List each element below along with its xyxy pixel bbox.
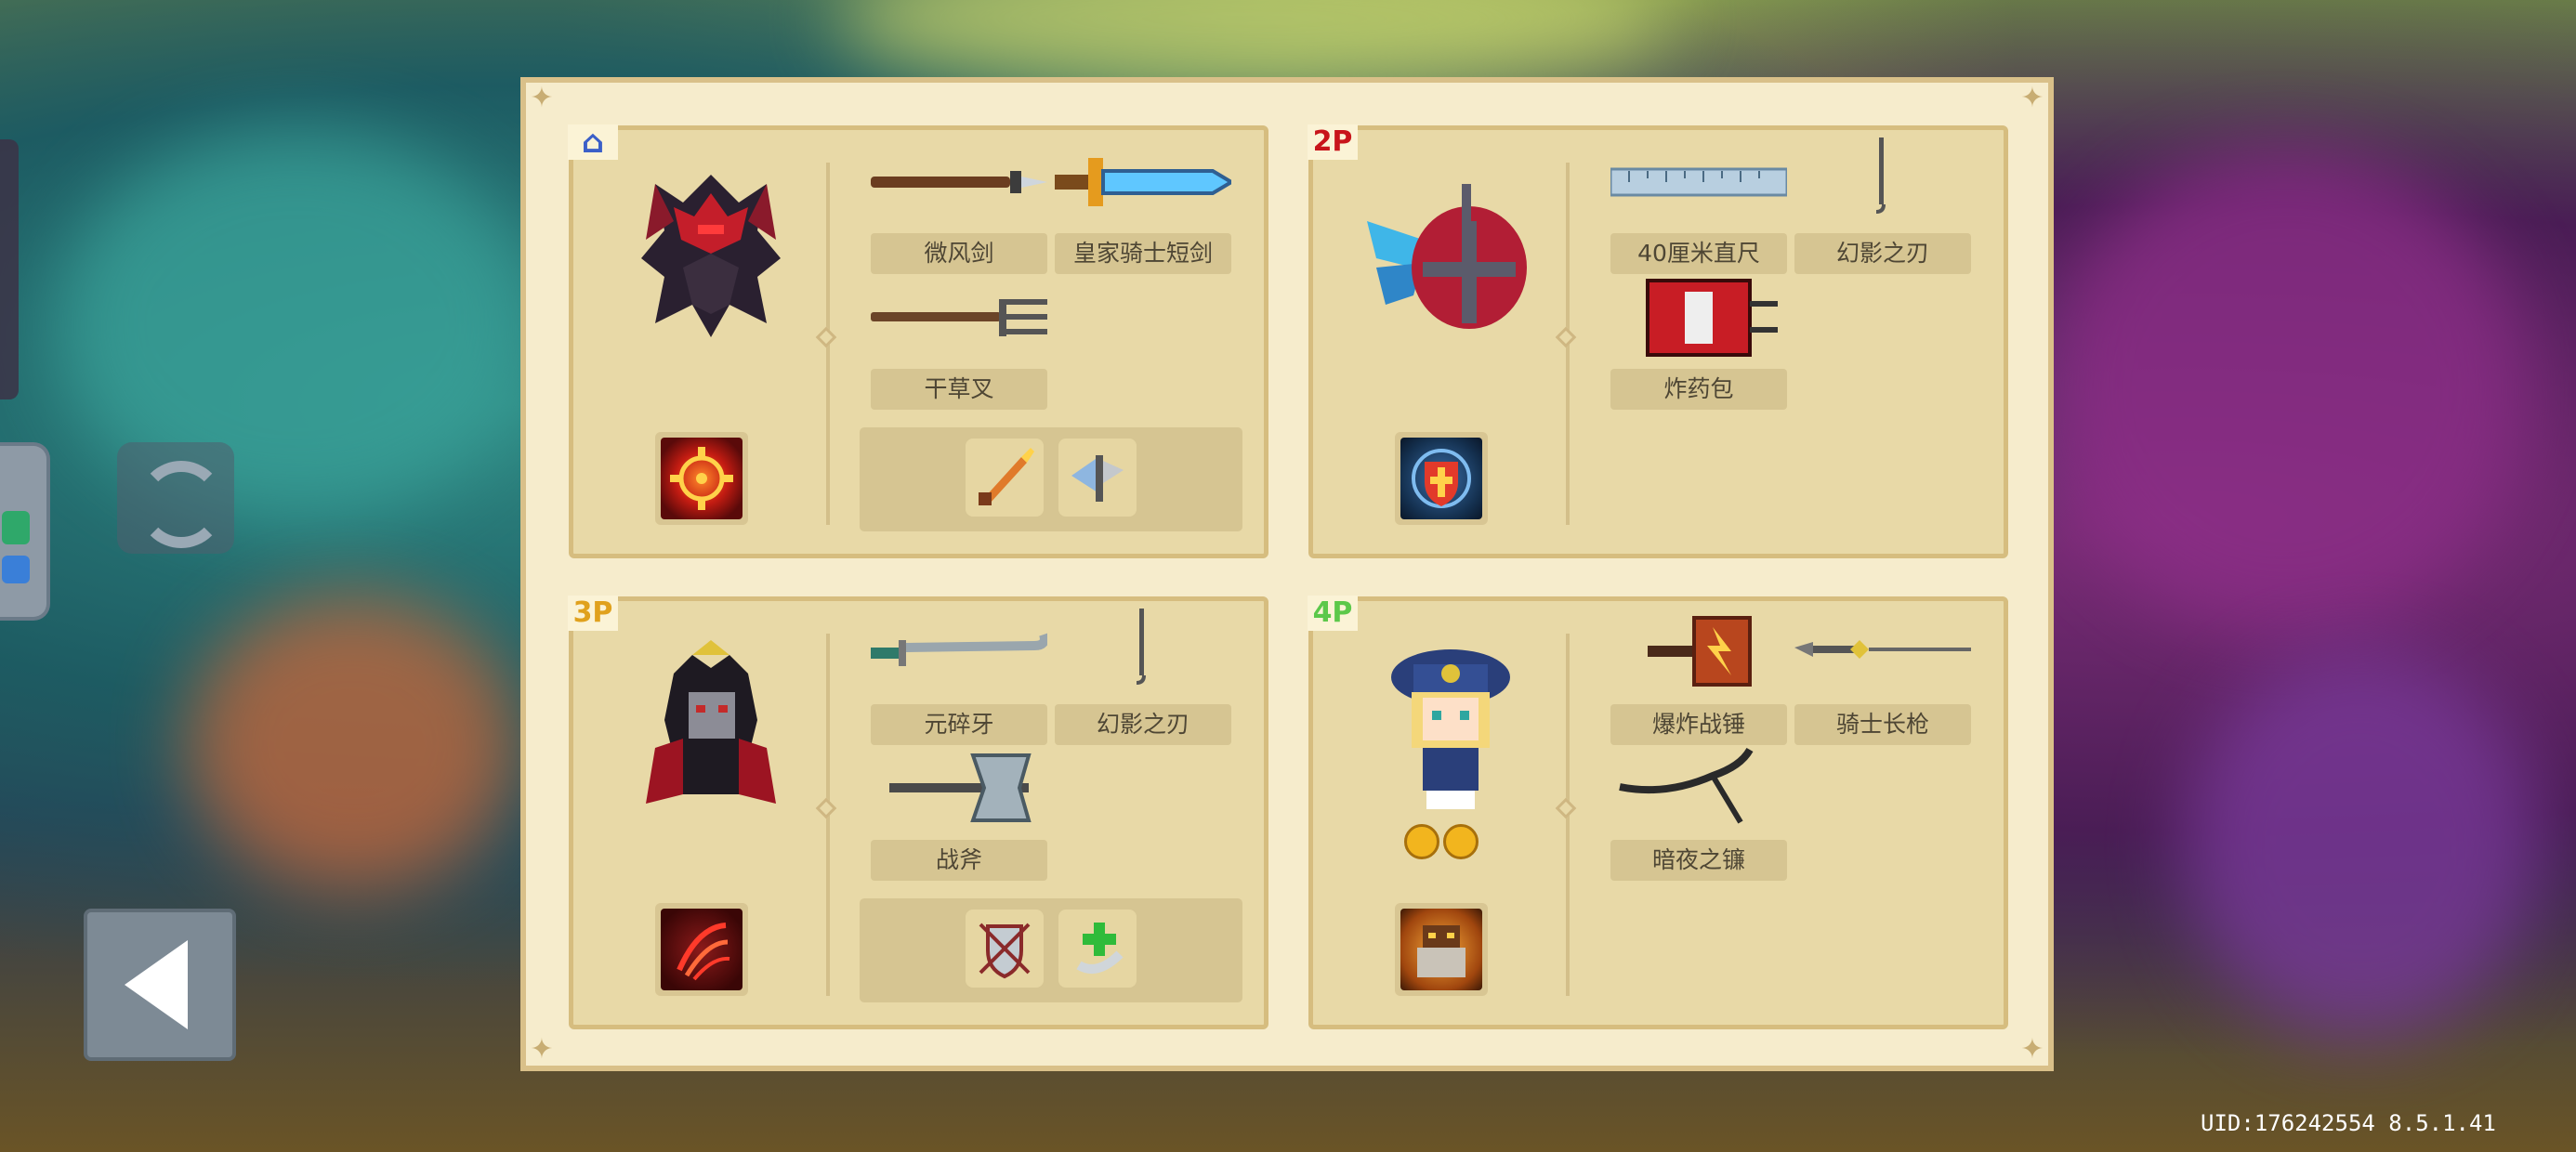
back-button[interactable] bbox=[84, 909, 236, 1061]
skill-slot[interactable] bbox=[1395, 903, 1488, 996]
weapon-label: 皇家骑士短剑 bbox=[1055, 233, 1231, 274]
shield-emblem-buff-icon[interactable] bbox=[966, 910, 1044, 988]
phantom-blade-icon bbox=[1136, 609, 1146, 685]
skill-slot[interactable] bbox=[1395, 432, 1488, 525]
player-card-3: 3P 元碎牙 幻影之刃 战斧 bbox=[568, 596, 1268, 1029]
player-tag: 3P bbox=[568, 596, 618, 631]
royal-knight-shortsword-icon bbox=[1055, 158, 1231, 206]
card-divider bbox=[1555, 634, 1577, 996]
wing-axe-buff-icon[interactable] bbox=[1058, 439, 1137, 517]
panel-corner-ornament: ✦ bbox=[2020, 1033, 2044, 1066]
weapon-slot[interactable]: 爆炸战锤 bbox=[1610, 609, 1787, 748]
weapon-slot[interactable]: 微风剑 bbox=[871, 137, 1047, 277]
skill-slot[interactable] bbox=[655, 903, 748, 996]
chat-icon[interactable] bbox=[0, 442, 50, 621]
ruler-icon bbox=[1610, 167, 1787, 197]
player-card-4: 4P 爆炸战锤 骑士长枪 暗夜之镰 bbox=[1308, 596, 2008, 1029]
cross-shield-icon bbox=[1400, 438, 1482, 519]
player-card-1: ⌂ 微风剑 皇家骑士短剑 干草叉 bbox=[568, 124, 1268, 558]
player-tag: 4P bbox=[1308, 596, 1358, 631]
flame-sword-buff-icon[interactable] bbox=[966, 439, 1044, 517]
crosshair-target-icon bbox=[661, 438, 743, 519]
character-portrait-winged-helmet[interactable] bbox=[1358, 165, 1544, 351]
panel-corner-ornament: ✦ bbox=[530, 1033, 554, 1066]
night-scythe-icon bbox=[1619, 747, 1754, 824]
back-arrow-icon bbox=[125, 940, 188, 1029]
weapon-slot[interactable]: 40厘米直尺 bbox=[1610, 137, 1787, 277]
refresh-icon[interactable] bbox=[117, 442, 234, 554]
weapon-slot[interactable]: 暗夜之镰 bbox=[1610, 744, 1787, 884]
player-card-2: 2P 40厘米直尺 幻影之刃 炸药包 bbox=[1308, 124, 2008, 558]
weapon-label: 40厘米直尺 bbox=[1610, 233, 1787, 274]
character-portrait-dark-knight[interactable] bbox=[618, 165, 804, 351]
weapon-slot[interactable]: 干草叉 bbox=[871, 273, 1047, 412]
character-portrait-officer-girl[interactable] bbox=[1358, 636, 1544, 822]
battle-axe-icon bbox=[889, 753, 1032, 822]
weapon-slot[interactable]: 幻影之刃 bbox=[1794, 137, 1971, 277]
card-divider bbox=[815, 634, 837, 996]
weapon-slot[interactable]: 元碎牙 bbox=[871, 609, 1047, 748]
weapon-label: 幻影之刃 bbox=[1055, 704, 1231, 745]
healing-cross-buff-icon[interactable] bbox=[1058, 910, 1137, 988]
home-player-tag: ⌂ bbox=[568, 124, 618, 160]
panel-corner-ornament: ✦ bbox=[2020, 82, 2044, 114]
weapon-label: 骑士长枪 bbox=[1794, 704, 1971, 745]
breeze-sword-icon bbox=[871, 171, 1047, 193]
weapon-slot[interactable]: 骑士长枪 bbox=[1794, 609, 1971, 748]
buff-bar bbox=[860, 898, 1242, 1002]
weapon-label: 幻影之刃 bbox=[1794, 233, 1971, 274]
card-divider bbox=[815, 163, 837, 525]
weapon-label: 干草叉 bbox=[871, 369, 1047, 410]
skill-slot[interactable] bbox=[655, 432, 748, 525]
character-portrait-vampire[interactable] bbox=[618, 636, 804, 822]
gold-coin-badge bbox=[1443, 824, 1479, 859]
weapon-label: 炸药包 bbox=[1610, 369, 1787, 410]
uid-version-text: UID:176242554 8.5.1.41 bbox=[2201, 1110, 2496, 1136]
dynamite-pack-icon bbox=[1646, 279, 1778, 357]
weapon-label: 暗夜之镰 bbox=[1610, 840, 1787, 881]
team-loadout-panel: ✦ ✦ ✦ ✦ ⌂ 微风剑 皇家骑士短剑 干草叉 2P 40厘米直尺 幻影之刃 … bbox=[520, 77, 2054, 1071]
knight-lance-icon bbox=[1794, 640, 1971, 659]
weapon-label: 战斧 bbox=[871, 840, 1047, 881]
home-icon: ⌂ bbox=[581, 124, 605, 161]
weapon-label: 元碎牙 bbox=[871, 704, 1047, 745]
weapon-slot[interactable]: 皇家骑士短剑 bbox=[1055, 137, 1231, 277]
golden-golem-icon bbox=[1400, 909, 1482, 990]
element-fang-sword-icon bbox=[871, 633, 1047, 666]
weapon-label: 爆炸战锤 bbox=[1610, 704, 1787, 745]
panel-corner-ornament: ✦ bbox=[530, 82, 554, 114]
buff-bar bbox=[860, 427, 1242, 531]
background-blob bbox=[2184, 650, 2537, 1041]
explosive-warhammer-icon bbox=[1648, 616, 1752, 687]
player-tag: 2P bbox=[1308, 124, 1358, 160]
background-blob bbox=[186, 595, 520, 892]
phantom-blade-icon bbox=[1875, 137, 1886, 214]
background-blob bbox=[2044, 149, 2528, 632]
weapon-label: 微风剑 bbox=[871, 233, 1047, 274]
weapon-slot[interactable]: 战斧 bbox=[871, 744, 1047, 884]
pitchfork-icon bbox=[871, 299, 1047, 336]
weapon-slot[interactable]: 炸药包 bbox=[1610, 273, 1787, 412]
gold-coin-badge bbox=[1404, 824, 1439, 859]
card-divider bbox=[1555, 163, 1577, 525]
crimson-claw-icon bbox=[661, 909, 743, 990]
side-panel-edge bbox=[0, 139, 19, 399]
weapon-slot[interactable]: 幻影之刃 bbox=[1055, 609, 1231, 748]
